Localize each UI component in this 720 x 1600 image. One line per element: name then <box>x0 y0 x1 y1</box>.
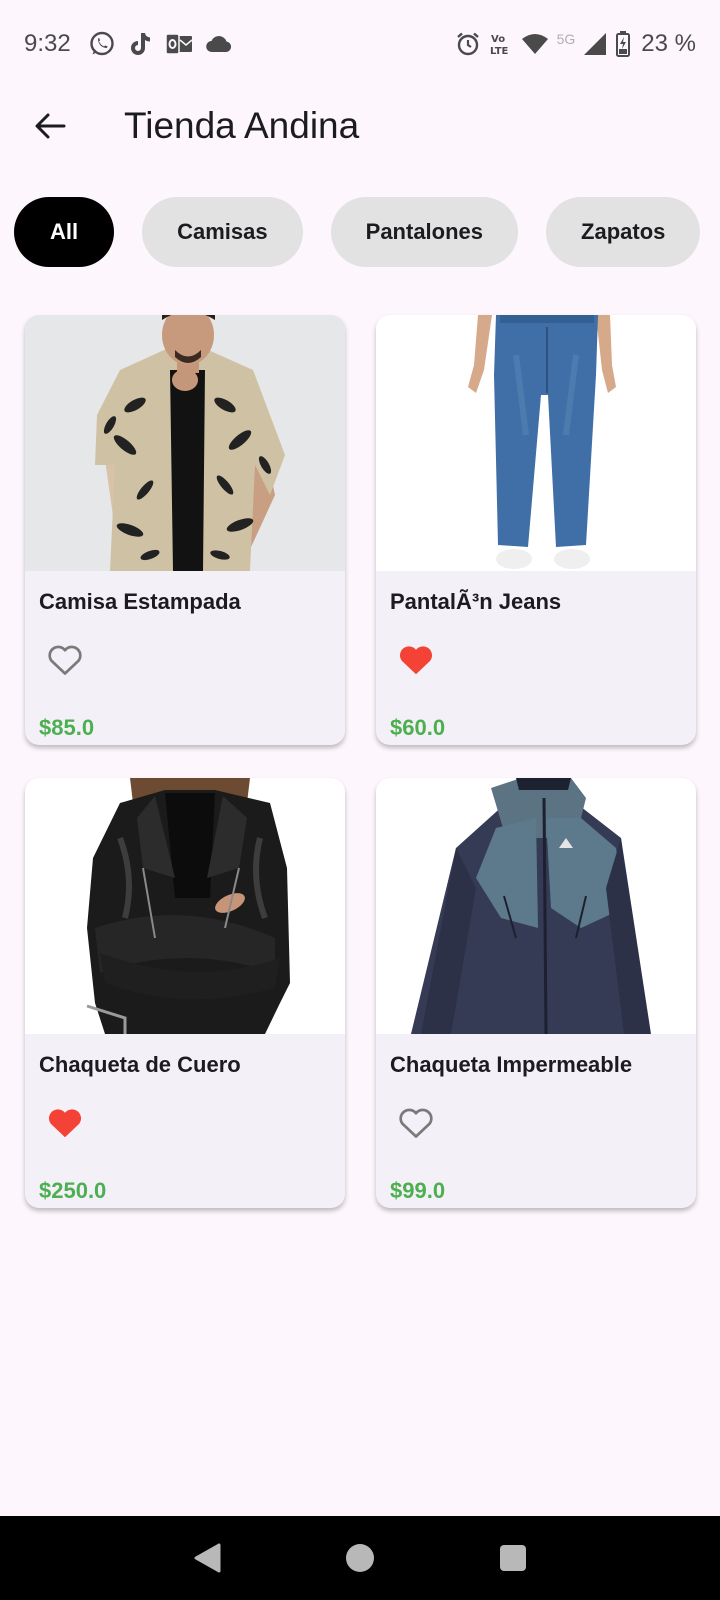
alarm-icon <box>455 31 481 57</box>
product-name: Camisa Estampada <box>39 589 241 614</box>
back-triangle-icon <box>194 1543 221 1573</box>
product-name: Chaqueta Impermeable <box>390 1052 633 1077</box>
nav-home-button[interactable] <box>330 1528 390 1588</box>
whatsapp-icon <box>89 31 115 57</box>
product-name: Chaqueta de Cuero <box>39 1052 241 1077</box>
tiktok-icon <box>127 31 153 57</box>
product-card[interactable]: Chaqueta Impermeable $99.0 <box>376 778 696 1208</box>
product-grid: Camisa Estampada $85.0 PantalÃ³n Jeans $… <box>25 315 697 1208</box>
svg-text:Vo: Vo <box>491 34 505 45</box>
notification-icons <box>89 31 233 57</box>
system-navigation-bar <box>0 1516 720 1600</box>
heart-filled-icon <box>48 1109 82 1138</box>
jeans-photo <box>376 315 696 571</box>
network-type: 5G <box>556 31 576 47</box>
recents-square-icon <box>500 1545 527 1571</box>
product-card[interactable]: Camisa Estampada $85.0 <box>25 315 345 745</box>
signal-icon <box>583 32 607 56</box>
product-card[interactable]: PantalÃ³n Jeans $60.0 <box>376 315 696 745</box>
filter-chip-pantalones[interactable]: Pantalones <box>330 197 519 267</box>
filter-chip-all[interactable]: All <box>14 197 115 267</box>
page-title: Tienda Andina <box>124 105 360 146</box>
category-filter-bar: All Camisas Pantalones Zapatos <box>14 197 701 267</box>
wifi-icon <box>521 33 549 55</box>
arrow-back-icon <box>35 113 66 139</box>
favorite-button[interactable] <box>45 640 85 680</box>
product-price: $99.0 <box>390 1178 446 1203</box>
filter-chip-label: Zapatos <box>581 219 666 244</box>
nav-recents-button[interactable] <box>483 1528 543 1588</box>
product-price: $250.0 <box>39 1178 107 1203</box>
filter-chip-zapatos[interactable]: Zapatos <box>546 197 701 267</box>
product-card[interactable]: Chaqueta de Cuero $250.0 <box>25 778 345 1208</box>
outlook-icon <box>164 31 193 57</box>
battery-percentage: 23 % <box>641 30 696 57</box>
product-name: PantalÃ³n Jeans <box>390 589 562 614</box>
back-button[interactable] <box>22 98 78 154</box>
filter-chip-label: All <box>50 219 79 244</box>
nav-back-button[interactable] <box>177 1528 237 1588</box>
leather-jacket-photo <box>25 778 345 1034</box>
favorite-button[interactable] <box>396 640 436 680</box>
heart-outline-icon <box>48 645 82 675</box>
filter-chip-camisas[interactable]: Camisas <box>142 197 303 267</box>
cloud-icon <box>205 33 233 55</box>
product-price: $60.0 <box>390 715 446 740</box>
battery-icon <box>615 30 631 58</box>
app-bar: Tienda Andina <box>0 88 720 164</box>
svg-text:LTE: LTE <box>490 46 509 57</box>
printed-shirt-photo <box>25 315 345 571</box>
heart-filled-icon <box>399 646 433 675</box>
favorite-button[interactable] <box>396 1103 436 1143</box>
home-circle-icon <box>345 1544 374 1572</box>
filter-chip-label: Camisas <box>177 219 268 244</box>
status-bar: 9:32 Vo LTE 5G 23 % <box>0 0 720 88</box>
volte-icon: Vo LTE <box>489 31 513 57</box>
status-time: 9:32 <box>24 30 71 57</box>
favorite-button[interactable] <box>45 1103 85 1143</box>
heart-outline-icon <box>399 1108 433 1138</box>
system-icons: Vo LTE 5G 23 % <box>455 30 696 58</box>
filter-chip-label: Pantalones <box>365 219 484 244</box>
product-price: $85.0 <box>39 715 95 740</box>
rain-jacket-photo <box>376 778 696 1034</box>
